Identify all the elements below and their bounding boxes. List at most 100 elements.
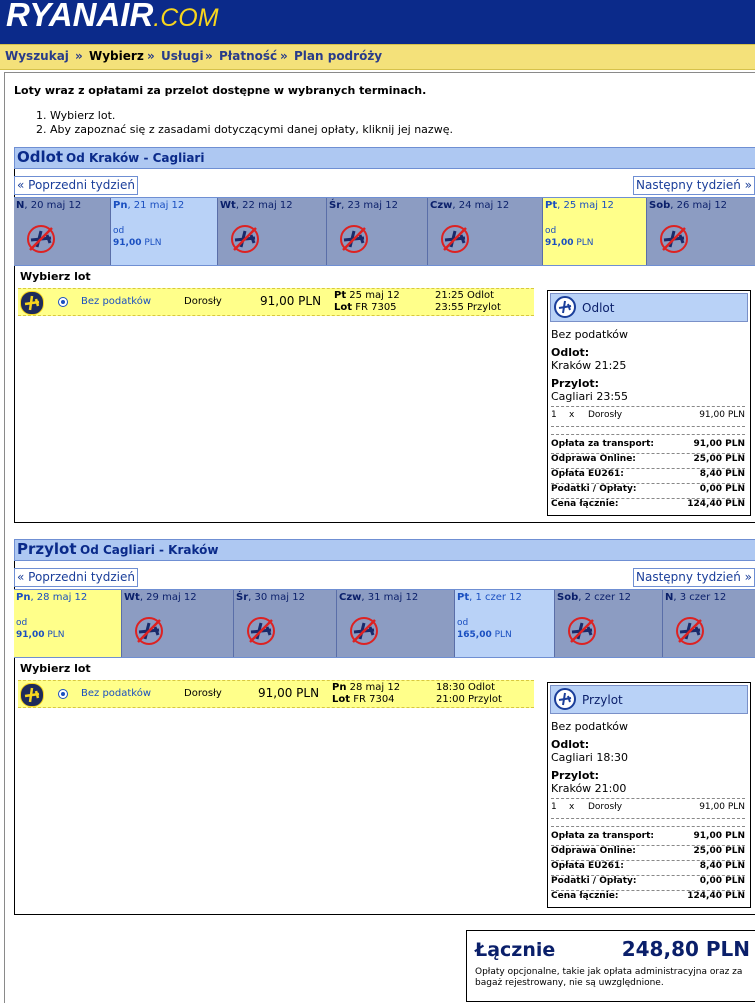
outbound-title: Odlot [17,148,64,166]
inbound-title: Przylot [17,540,77,558]
fare-name-link[interactable]: Bez podatków [81,296,151,307]
outbound-flight-row[interactable]: Bez podatków Dorosły 91,00 PLN Pt 25 maj… [18,288,534,316]
flight-date: 25 maj 12 [349,290,400,301]
arrival-time: 21:00 Przylot [436,694,502,705]
inbound-day-4: Czw, 31 maj 12 [337,590,455,657]
flight-day: Pn [332,682,347,693]
departure-time: 18:30 Odlot [436,682,496,693]
summary-fare: Bez podatków [551,328,629,341]
flight-day: Pt [334,290,347,301]
summary-line-item: 1 x Dorosły 91,00 PLN [551,410,745,420]
summary-dep-label: Odlot: [551,738,590,751]
inbound-day-1[interactable]: Pn, 28 maj 12 od 91,00 PLN [14,590,122,657]
outbound-day-strip: N, 20 maj 12 Pn, 21 maj 12 od 91,00 PLN … [14,197,755,266]
summary-row: Opłata za transport: 91,00 PLN [551,831,745,841]
breadcrumb: Wyszukaj » Wybierz » Usługi » Płatność »… [0,44,755,70]
breadcrumb-search[interactable]: Wyszukaj [5,49,69,63]
inbound-route: Od Cagliari - Kraków [80,543,219,557]
summary-header: Przylot [550,685,748,714]
outbound-day-6[interactable]: Pt, 25 maj 12 od 91,00 PLN [543,198,647,265]
summary-arr-label: Przylot: [551,769,600,782]
no-flights-icon [135,617,163,645]
flight-date: 28 maj 12 [349,682,401,693]
outbound-prev-week-link[interactable]: « Poprzedni tydzień [14,176,138,195]
no-flights-icon [568,617,596,645]
outbound-day-1: N, 20 maj 12 [14,198,111,265]
flight-label: Lot [332,694,351,705]
ryanair-logo[interactable]: RYANAIR.COM [6,0,219,34]
no-flights-icon [441,225,469,253]
summary-line-item: 1 x Dorosły 91,00 PLN [551,802,745,812]
summary-header: Odlot [550,293,748,322]
summary-arr-label: Przylot: [551,377,600,390]
breadcrumb-sep: » [280,49,288,63]
no-flights-icon [676,617,704,645]
summary-title: Przylot [582,693,623,707]
no-flights-icon [660,225,688,253]
summary-row: Opłata EU261: 8,40 PLN [551,861,745,871]
flight-label: Lot [334,302,353,313]
fare-name-link[interactable]: Bez podatków [81,688,151,699]
breadcrumb-itinerary: Plan podróży [294,49,383,63]
grand-total-label: Łącznie [475,939,556,961]
departure-time: 21:25 Odlot [435,290,495,301]
no-flights-icon [350,617,378,645]
no-flights-icon [247,617,275,645]
grand-total-note: Opłaty opcjonalne, takie jak opłata admi… [475,967,743,988]
inbound-header: Przylot Od Cagliari - Kraków [14,539,755,561]
summary-row: Podatki / Opłaty: 0,00 PLN [551,876,745,886]
summary-fare: Bez podatków [551,720,629,733]
breadcrumb-sep: » [75,49,83,63]
airplane-icon [554,688,576,710]
outbound-day-3: Wt, 22 maj 12 [218,198,327,265]
inbound-prev-week-link[interactable]: « Poprzedni tydzień [14,568,138,587]
passenger-type: Dorosły [184,296,222,307]
inbound-day-5[interactable]: Pt, 1 czer 12 od 165,00 PLN [455,590,555,657]
summary-title: Odlot [582,301,615,315]
inbound-flight-row[interactable]: Bez podatków Dorosły 91,00 PLN Pn 28 maj… [18,680,534,708]
inbound-next-week-link[interactable]: Następny tydzień » [633,568,755,587]
outbound-summary-box: Odlot Bez podatków Odlot: Kraków 21:25 P… [547,290,751,516]
choose-flight-label: Wybierz lot [20,662,91,675]
airplane-icon [20,291,44,315]
summary-row: Odprawa Online: 25,00 PLN [551,454,745,464]
summary-row: Opłata za transport: 91,00 PLN [551,439,745,449]
arrival-time: 23:55 Przylot [435,302,501,313]
intro-title: Loty wraz z opłatami za przelot dostępne… [14,84,427,97]
no-flights-icon [27,225,55,253]
summary-total-row: Cena łącznie: 124,40 PLN [551,891,745,901]
flight-price: 91,00 PLN [260,294,322,308]
summary-arr-value: Kraków 21:00 [551,782,627,795]
outbound-day-7: Sob, 26 maj 12 [647,198,755,265]
grand-total-value: 248,80 PLN [621,937,750,961]
site-header: RYANAIR.COM [0,0,755,44]
flight-radio-button[interactable] [58,689,68,699]
outbound-route: Od Kraków - Cagliari [66,151,205,165]
outbound-day-2[interactable]: Pn, 21 maj 12 od 91,00 PLN [111,198,218,265]
no-flights-icon [231,225,259,253]
breadcrumb-sep: » [147,49,155,63]
breadcrumb-services: Usługi [161,49,204,63]
inbound-day-strip: Pn, 28 maj 12 od 91,00 PLN Wt, 29 maj 12… [14,589,755,658]
inbound-day-3: Śr, 30 maj 12 [234,590,337,657]
breadcrumb-sep: » [205,49,213,63]
summary-dep-value: Cagliari 18:30 [551,751,629,764]
flight-price: 91,00 PLN [258,686,320,700]
summary-row: Odprawa Online: 25,00 PLN [551,846,745,856]
flight-radio-button[interactable] [58,297,68,307]
inbound-day-2: Wt, 29 maj 12 [122,590,234,657]
outbound-header: Odlot Od Kraków - Cagliari [14,147,755,169]
outbound-next-week-link[interactable]: Następny tydzień » [633,176,755,195]
breadcrumb-select: Wybierz [89,49,144,63]
outbound-day-5: Czw, 24 maj 12 [428,198,543,265]
summary-dep-value: Kraków 21:25 [551,359,627,372]
intro-step-2: 2. Aby zapoznać się z zasadami dotyczący… [36,123,453,136]
intro-step-1: 1. Wybierz lot. [36,109,116,122]
summary-row: Podatki / Opłaty: 0,00 PLN [551,484,745,494]
airplane-icon [20,683,44,707]
passenger-type: Dorosły [184,688,222,699]
flight-number: FR 7304 [353,694,395,705]
summary-arr-value: Cagliari 23:55 [551,390,629,403]
airplane-icon [554,296,576,318]
outbound-day-4: Śr, 23 maj 12 [327,198,428,265]
